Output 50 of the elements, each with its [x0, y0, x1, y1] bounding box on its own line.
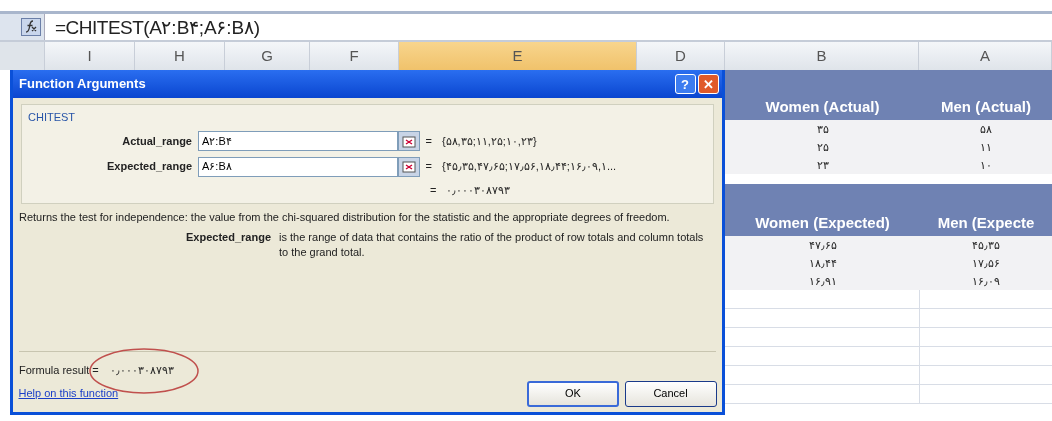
help-button[interactable]: ?	[674, 74, 696, 94]
collapse-button[interactable]	[398, 131, 420, 151]
table-cell-text: ۱۷٫۵۶	[971, 256, 1001, 271]
function-description: Returns the test for independence: the value from the chi-squared distribution for the statistic and the appropriate degrees of freedom.	[18, 209, 671, 225]
column-header[interactable]: B	[725, 42, 919, 70]
formula-text[interactable]: =CHITEST(A۲:B۴;A۶:B۸)	[45, 14, 260, 40]
argument-value: {۴۵٫۳۵,۴۷٫۶۵;۱۷٫۵۶,۱۸٫۴۴;۱۶٫۰۹,۱...	[440, 159, 617, 175]
table-cell-text: ۱۶٫۰۹	[971, 274, 1001, 289]
column-header[interactable]: A	[919, 42, 1052, 70]
table-cell-text: ۴۵٫۳۵	[971, 238, 1001, 253]
table-cell-text: ۳۵	[815, 122, 830, 137]
cancel-button[interactable]: Cancel	[624, 380, 717, 407]
column-header[interactable]: F	[310, 42, 399, 70]
equals-sign: =	[425, 133, 432, 149]
input-field[interactable]: A۶:B۸	[198, 156, 398, 177]
argument-description: is the range of data that contains the ratio of the product of row totals and column totals to the grand total.	[279, 230, 705, 260]
equals-sign: =	[430, 183, 437, 198]
table-cell-text: ۴۷٫۶۵	[807, 238, 838, 253]
input-field[interactable]: A۲:B۴	[198, 131, 398, 151]
function-result: ۰٫۰۰۰۳۰۸۷۹۳	[445, 183, 511, 198]
argument-label: Actual_range	[121, 133, 193, 149]
column-title: Women (Expected)	[754, 212, 891, 233]
function-icon[interactable]	[21, 18, 42, 36]
equals-sign: =	[425, 159, 432, 175]
column-header[interactable]: H	[135, 42, 225, 70]
function-name: CHITEST	[28, 110, 77, 125]
column-title: Men (Expecte	[936, 212, 1036, 233]
table-cell-text: ۱۶٫۹۱	[807, 274, 838, 289]
formula-result: ۰٫۰۰۰۳۰۸۷۹۳	[109, 363, 174, 376]
ok-button[interactable]: OK	[527, 380, 619, 407]
help-link[interactable]: Help on this function	[18, 385, 119, 402]
column-title: Men (Actual)	[940, 96, 1032, 117]
column-header[interactable]: D	[637, 42, 725, 70]
collapse-button[interactable]	[398, 156, 420, 177]
table-cell-text: ۱۱	[979, 140, 993, 155]
dialog-title: Function Arguments	[19, 75, 146, 94]
column-title: Women (Actual)	[764, 96, 881, 117]
argument-label: Expected_range	[106, 159, 193, 175]
table-cell-text: ۱۰	[979, 158, 993, 173]
argument-name: Expected_range	[185, 230, 272, 245]
table-cell-text: ۲۵	[815, 140, 830, 155]
table-cell-text: ۱۸٫۴۴	[807, 256, 838, 271]
formula-result-label: Formula result =	[19, 362, 99, 378]
column-header[interactable]: E	[399, 42, 637, 70]
table-cell-text: ۵۸	[979, 122, 993, 137]
close-button[interactable]: ✕	[698, 74, 720, 94]
table-cell-text: ۲۳	[815, 158, 830, 173]
argument-value: {۵۸,۳۵;۱۱,۲۵;۱۰,۲۳}	[440, 133, 537, 149]
column-header[interactable]: I	[45, 42, 135, 70]
column-header[interactable]: G	[225, 42, 310, 70]
